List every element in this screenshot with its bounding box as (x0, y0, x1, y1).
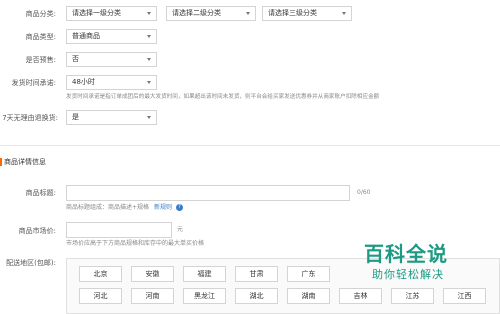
region-option[interactable]: 湖南 (287, 288, 330, 304)
region-option[interactable]: 安徽 (131, 266, 174, 282)
category-level1-value: 请选择一级分类 (72, 9, 121, 17)
shipping-label: 配送地区(包邮): (6, 259, 56, 267)
chevron-down-icon (246, 12, 250, 15)
category-level1-select[interactable]: 请选择一级分类 (66, 6, 157, 21)
product-type-value: 普通商品 (72, 32, 100, 40)
product-type-select[interactable]: 普通商品 (66, 29, 157, 44)
presale-value: 否 (72, 55, 79, 63)
chevron-down-icon (147, 58, 151, 61)
region-option[interactable]: 江西 (443, 288, 486, 304)
chevron-down-icon (147, 12, 151, 15)
region-option[interactable]: 广东 (287, 266, 330, 282)
chevron-down-icon (147, 81, 151, 84)
return-policy-label: 7天无理由退换货: (2, 114, 58, 122)
title-counter: 0/60 (357, 189, 371, 196)
category-level2-value: 请选择二级分类 (172, 9, 221, 17)
market-price-label: 商品市场价: (18, 227, 56, 235)
market-price-input[interactable] (66, 222, 172, 238)
return-policy-select[interactable]: 是 (66, 110, 157, 125)
ship-promise-value: 48小时 (72, 78, 95, 86)
presale-select[interactable]: 否 (66, 52, 157, 67)
region-option[interactable]: 湖北 (235, 288, 278, 304)
ship-promise-label: 发货时间承诺: (11, 79, 56, 87)
return-policy-value: 是 (72, 113, 79, 121)
region-option[interactable]: 吉林 (339, 288, 382, 304)
help-icon[interactable]: ? (175, 204, 183, 211)
region-option[interactable]: 甘肃 (235, 266, 278, 282)
category-level3-select[interactable]: 请选择三级分类 (262, 6, 352, 21)
region-option[interactable]: 福建 (183, 266, 226, 282)
category-level2-select[interactable]: 请选择二级分类 (166, 6, 256, 21)
chevron-down-icon (147, 35, 151, 38)
chevron-down-icon (147, 116, 151, 119)
ship-promise-select[interactable]: 48小时 (66, 75, 157, 90)
region-option[interactable]: 江苏 (391, 288, 434, 304)
title-hint-text: 商品标题组成：商品描述+规格 (66, 204, 150, 211)
region-option[interactable]: 黑龙江 (183, 288, 226, 304)
watermark-title: 百科全说 (364, 242, 448, 266)
region-option[interactable]: 河南 (131, 288, 174, 304)
category-label: 商品分类: (25, 10, 56, 18)
category-level3-value: 请选择三级分类 (268, 9, 317, 17)
title-label: 商品标题: (25, 189, 56, 197)
chevron-down-icon (342, 12, 346, 15)
title-input[interactable] (66, 185, 350, 201)
product-type-label: 商品类型: (25, 33, 56, 41)
presale-label: 是否预售: (25, 56, 56, 64)
new-rules-link[interactable]: 新规则 (154, 204, 172, 211)
region-option[interactable]: 河北 (79, 288, 122, 304)
title-hint: 商品标题组成：商品描述+规格 新规则 ? (66, 204, 183, 212)
market-price-hint: 市场价应高于下方商品规格和库存中的最大单买价格 (66, 240, 205, 247)
market-price-unit: 元 (177, 226, 184, 233)
section-divider (0, 145, 500, 146)
ship-promise-hint: 发货时间承诺是指订单成团后的最大发货时间，如果超出该时间未发货，则平台会给买家发… (66, 94, 380, 100)
watermark-subtitle: 助你轻松解决 (372, 268, 444, 281)
region-option[interactable]: 北京 (79, 266, 122, 282)
details-section-title: 商品详情信息 (0, 158, 46, 166)
